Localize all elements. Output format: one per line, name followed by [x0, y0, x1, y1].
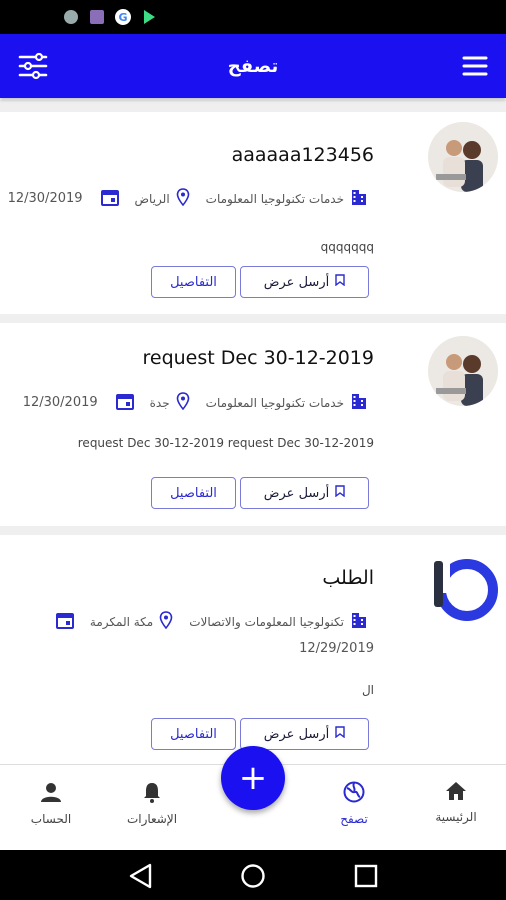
calendar-icon: [55, 611, 74, 632]
request-meta: خدمات تكنولوجيا المعلومات جدة 12/30/2019: [23, 392, 368, 413]
status-app-icon: [88, 8, 106, 26]
nav-browse-label: تصفح: [340, 812, 368, 826]
status-app-icon: [62, 8, 80, 26]
page-title: تصفح: [227, 55, 279, 77]
request-card[interactable]: الطلب تكنولوجيا المعلومات والاتصالات مكة…: [0, 535, 506, 764]
request-list: aaaaaa123456 خدمات تكنولوجيا المعلومات ا…: [0, 100, 506, 764]
send-offer-button[interactable]: أرسل عرض: [240, 718, 369, 750]
separator: [0, 100, 506, 112]
request-title[interactable]: الطلب: [322, 567, 374, 589]
status-bar: G: [0, 0, 506, 34]
building-icon: [350, 188, 368, 209]
company-logo: [430, 553, 504, 627]
details-button[interactable]: التفاصيل: [151, 266, 236, 298]
recents-icon[interactable]: [354, 864, 378, 892]
nav-browse[interactable]: تصفح: [314, 781, 394, 826]
request-date: 12/29/2019: [299, 641, 374, 656]
send-offer-label: أرسل عرض: [263, 485, 330, 501]
bookmark-icon: [335, 485, 345, 501]
home-circle-icon[interactable]: [240, 863, 266, 893]
calendar-icon: [100, 188, 119, 209]
svg-text:G: G: [118, 11, 127, 24]
google-icon: G: [114, 8, 132, 26]
building-icon: [350, 611, 368, 632]
request-description: request Dec 30-12-2019 request Dec 30-12…: [77, 436, 374, 450]
separator: [0, 314, 506, 323]
nav-account[interactable]: الحساب: [11, 781, 91, 826]
globe-icon: [343, 781, 365, 806]
home-icon: [445, 782, 467, 804]
bookmark-icon: [335, 274, 345, 290]
building-icon: [350, 392, 368, 413]
nav-notifications-label: الإشعارات: [126, 812, 178, 826]
request-description: qqqqqqq: [320, 240, 374, 254]
request-category: خدمات تكنولوجيا المعلومات: [205, 395, 344, 410]
send-offer-button[interactable]: أرسل عرض: [240, 266, 369, 298]
nav-home[interactable]: الرئيسية: [416, 781, 496, 824]
location-icon: [159, 611, 173, 632]
avatar: [428, 122, 498, 192]
request-date: 12/30/2019: [22, 395, 98, 410]
calendar-icon: [115, 392, 134, 413]
request-category: تكنولوجيا المعلومات والاتصالات: [189, 614, 344, 629]
send-offer-label: أرسل عرض: [263, 274, 330, 290]
request-city: الرياض: [134, 191, 170, 206]
filter-icon[interactable]: [18, 51, 48, 81]
request-card[interactable]: request Dec 30-12-2019 خدمات تكنولوجيا ا…: [0, 323, 506, 526]
request-title[interactable]: aaaaaa123456: [232, 144, 374, 166]
avatar: [428, 336, 498, 406]
request-city: مكة المكرمة: [89, 614, 154, 629]
location-icon: [176, 392, 190, 413]
back-icon[interactable]: [128, 863, 154, 893]
system-nav-bar: [0, 850, 506, 900]
location-icon: [176, 188, 190, 209]
nav-home-label: الرئيسية: [435, 810, 477, 824]
bell-icon: [142, 783, 162, 806]
separator: [0, 526, 506, 535]
request-meta: تكنولوجيا المعلومات والاتصالات مكة المكر…: [55, 611, 368, 632]
add-request-button[interactable]: +: [221, 746, 285, 810]
request-meta: خدمات تكنولوجيا المعلومات الرياض 12/30/2…: [8, 188, 368, 209]
bookmark-icon: [335, 726, 345, 742]
request-category: خدمات تكنولوجيا المعلومات: [205, 191, 344, 206]
play-store-icon: [140, 8, 158, 26]
request-description: ال: [361, 683, 374, 697]
details-button[interactable]: التفاصيل: [151, 718, 236, 750]
person-icon: [40, 783, 62, 806]
nav-account-label: الحساب: [30, 812, 72, 826]
send-offer-button[interactable]: أرسل عرض: [240, 477, 369, 509]
nav-notifications[interactable]: الإشعارات: [112, 781, 192, 826]
request-title[interactable]: request Dec 30-12-2019: [143, 347, 375, 369]
request-card[interactable]: aaaaaa123456 خدمات تكنولوجيا المعلومات ا…: [0, 112, 506, 314]
menu-icon[interactable]: [462, 55, 488, 77]
send-offer-label: أرسل عرض: [263, 726, 330, 742]
app-bar: تصفح: [0, 34, 506, 98]
details-button[interactable]: التفاصيل: [151, 477, 236, 509]
request-date: 12/30/2019: [7, 191, 83, 206]
request-city: جدة: [149, 395, 170, 410]
